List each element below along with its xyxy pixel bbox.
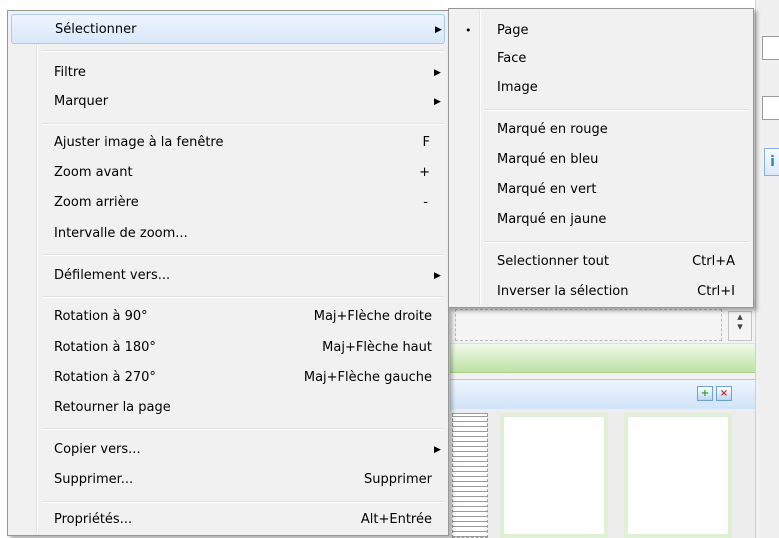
menu-item-shortcut: Maj+Flèche gauche xyxy=(303,370,432,385)
menu-item-shortcut: Alt+Entrée xyxy=(360,512,432,527)
submenu-item-face[interactable]: Face xyxy=(451,44,751,74)
menu-item-rotation-270[interactable]: Rotation à 270° Maj+Flèche gauche xyxy=(10,363,446,393)
submenu-item-label: Inverser la sélection xyxy=(497,284,629,299)
submenu-item-label: Marqué en vert xyxy=(497,182,597,197)
submenu-item-marque-vert[interactable]: Marqué en vert xyxy=(451,175,751,205)
menu-item-label: Défilement vers... xyxy=(54,268,171,283)
menu-item-copier[interactable]: Copier vers... ▶ xyxy=(10,435,446,465)
page-thumbnail-1[interactable] xyxy=(500,413,608,538)
menu-item-marquer[interactable]: Marquer ▶ xyxy=(10,87,446,117)
context-menu: Sélectionner ▶ Filtre ▶ Marquer ▶ Ajuste… xyxy=(7,10,449,536)
separator xyxy=(42,50,443,52)
separator xyxy=(42,428,443,430)
info-icon[interactable]: i xyxy=(764,148,779,176)
submenu-item-marque-jaune[interactable]: Marqué en jaune xyxy=(451,205,751,235)
menu-item-label: Zoom avant xyxy=(54,165,133,180)
menu-item-label: Rotation à 90° xyxy=(54,309,148,324)
menu-item-rotation-90[interactable]: Rotation à 90° Maj+Flèche droite xyxy=(10,302,446,332)
submenu-arrow-icon: ▶ xyxy=(434,445,441,455)
menu-item-shortcut: Maj+Flèche droite xyxy=(313,309,432,324)
submenu-item-shortcut: Ctrl+I xyxy=(697,284,735,299)
menu-item-retourner[interactable]: Retourner la page xyxy=(10,393,446,423)
text-area[interactable] xyxy=(455,309,722,341)
menu-item-shortcut: F xyxy=(422,135,430,150)
submenu-item-label: Page xyxy=(497,23,529,38)
submenu-item-image[interactable]: Image xyxy=(451,73,751,103)
menu-item-ajuster[interactable]: Ajuster image à la fenêtre F xyxy=(10,128,446,158)
scroll-down-icon[interactable]: ▾ xyxy=(737,320,743,333)
separator xyxy=(42,123,443,125)
menu-item-proprietes[interactable]: Propriétés... Alt+Entrée xyxy=(10,505,446,535)
menu-item-shortcut: - xyxy=(423,195,428,210)
submenu-item-page[interactable]: • Page xyxy=(451,16,751,46)
menu-item-label: Ajuster image à la fenêtre xyxy=(54,135,224,150)
menu-item-label: Filtre xyxy=(54,65,86,80)
submenu-arrow-icon: ▶ xyxy=(434,68,441,78)
menu-item-label: Intervalle de zoom... xyxy=(54,226,188,241)
page-thumbnail-2[interactable] xyxy=(624,413,732,538)
submenu-arrow-icon: ▶ xyxy=(435,25,442,35)
menu-item-rotation-180[interactable]: Rotation à 180° Maj+Flèche haut xyxy=(10,333,446,363)
submenu-item-inverser[interactable]: Inverser la sélection Ctrl+I xyxy=(451,277,751,307)
separator xyxy=(42,501,443,503)
menu-item-defilement[interactable]: Défilement vers... ▶ xyxy=(10,261,446,291)
submenu-item-marque-rouge[interactable]: Marqué en rouge xyxy=(451,115,751,145)
submenu-item-selectionner-tout[interactable]: Selectionner tout Ctrl+A xyxy=(451,247,751,277)
submenu-item-label: Marqué en bleu xyxy=(497,152,599,167)
menu-item-label: Supprimer... xyxy=(54,472,134,487)
menu-item-shortcut: + xyxy=(419,165,430,180)
menu-item-intervalle-zoom[interactable]: Intervalle de zoom... xyxy=(10,219,446,249)
submenu-item-shortcut: Ctrl+A xyxy=(692,254,735,269)
menu-item-label: Copier vers... xyxy=(54,442,141,457)
separator xyxy=(485,241,749,243)
menu-item-label: Rotation à 270° xyxy=(54,370,156,385)
green-header-bar xyxy=(450,343,755,373)
menu-item-selectionner[interactable]: Sélectionner ▶ xyxy=(11,14,445,44)
separator xyxy=(485,109,749,111)
toolbar-button-2[interactable] xyxy=(762,96,779,120)
menu-item-label: Zoom arrière xyxy=(54,195,139,210)
submenu-item-label: Face xyxy=(497,51,527,66)
menu-item-zoom-avant[interactable]: Zoom avant + xyxy=(10,158,446,188)
selectionner-submenu: • Page Face Image Marqué en rouge Marqué… xyxy=(448,8,754,308)
submenu-item-label: Image xyxy=(497,80,538,95)
menu-item-label: Retourner la page xyxy=(54,400,171,415)
menu-item-zoom-arriere[interactable]: Zoom arrière - xyxy=(10,188,446,218)
separator xyxy=(42,254,443,256)
separator xyxy=(42,296,443,298)
document-thumbnail[interactable] xyxy=(452,413,488,538)
menu-item-label: Marquer xyxy=(54,94,109,109)
menu-item-shortcut: Maj+Flèche haut xyxy=(322,340,432,355)
menu-item-label: Sélectionner xyxy=(55,22,137,37)
checked-bullet-icon: • xyxy=(465,24,472,37)
submenu-arrow-icon: ▶ xyxy=(434,97,441,107)
menu-item-shortcut: Supprimer xyxy=(364,472,432,487)
submenu-arrow-icon: ▶ xyxy=(434,271,441,281)
scrollbar[interactable]: ▴ ▾ xyxy=(728,311,752,341)
submenu-item-label: Selectionner tout xyxy=(497,254,610,269)
menu-item-supprimer[interactable]: Supprimer... Supprimer xyxy=(10,465,446,495)
menu-item-label: Propriétés... xyxy=(54,512,133,527)
submenu-item-label: Marqué en rouge xyxy=(497,122,608,137)
add-page-icon[interactable]: + xyxy=(697,386,713,401)
right-toolbar-strip xyxy=(755,0,779,538)
submenu-item-label: Marqué en jaune xyxy=(497,212,607,227)
toolbar-button-1[interactable] xyxy=(762,36,779,60)
remove-page-icon[interactable]: × xyxy=(716,386,732,401)
menu-item-filtre[interactable]: Filtre ▶ xyxy=(10,58,446,88)
menu-item-label: Rotation à 180° xyxy=(54,340,156,355)
submenu-item-marque-bleu[interactable]: Marqué en bleu xyxy=(451,145,751,175)
